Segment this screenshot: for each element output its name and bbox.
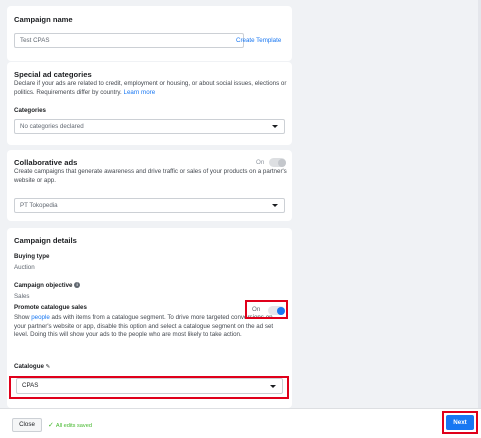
info-icon[interactable]: i: [74, 282, 81, 289]
catalogue-label-text: Catalogue: [14, 363, 44, 370]
check-icon: ✓: [48, 422, 54, 429]
partner-value: PT Tokopedia: [20, 202, 58, 209]
promote-desc-prefix: Show: [14, 314, 30, 321]
footer-bar: Close ✓ All edits saved: [0, 408, 481, 438]
categories-label: Categories: [14, 107, 46, 114]
next-button[interactable]: Next: [446, 415, 474, 430]
collaborative-toggle-label: On: [256, 159, 265, 166]
campaign-objective-value: Sales: [14, 293, 30, 300]
catalogue-dropdown-highlight: [9, 376, 289, 399]
promote-desc-rest: ads with items from a catalogue segment.…: [14, 314, 274, 338]
saved-status: ✓ All edits saved: [48, 421, 92, 429]
campaign-name-card: Campaign name Test CPAS Create Template: [7, 6, 292, 61]
chevron-down-icon: [272, 125, 278, 128]
buying-type-label: Buying type: [14, 253, 50, 260]
special-ad-title: Special ad categories: [14, 70, 92, 79]
collaborative-ads-title: Collaborative ads: [14, 158, 78, 167]
collaborative-ads-description: Create campaigns that generate awareness…: [14, 168, 287, 184]
learn-more-link[interactable]: Learn more: [124, 89, 156, 96]
promote-toggle-highlight: [245, 300, 288, 319]
campaign-name-input[interactable]: Test CPAS: [14, 33, 244, 48]
special-ad-description: Declare if your ads are related to credi…: [14, 80, 289, 97]
people-link[interactable]: people: [31, 314, 50, 321]
collaborative-ads-card: Collaborative ads On Create campaigns th…: [7, 150, 292, 221]
edit-pencil-icon[interactable]: ✎: [46, 364, 51, 370]
buying-type-value: Auction: [14, 264, 35, 271]
toggle-knob: [278, 158, 286, 167]
campaign-objective-label-text: Campaign objective: [14, 282, 73, 289]
categories-dropdown[interactable]: No categories declared: [14, 119, 285, 134]
campaign-details-title: Campaign details: [14, 236, 77, 245]
promote-catalogue-description: Show people ads with items from a catalo…: [14, 314, 284, 340]
create-template-link[interactable]: Create Template: [236, 37, 281, 44]
campaign-form-scroll-area[interactable]: Campaign name Test CPAS Create Template …: [0, 0, 481, 408]
campaign-name-value: Test CPAS: [20, 37, 50, 44]
categories-placeholder: No categories declared: [20, 123, 84, 130]
campaign-objective-label: Campaign objective i: [14, 282, 81, 289]
chevron-down-icon: [272, 204, 278, 207]
campaign-name-title: Campaign name: [14, 15, 73, 24]
saved-status-text: All edits saved: [55, 423, 92, 429]
partner-dropdown[interactable]: PT Tokopedia: [14, 198, 285, 213]
close-button[interactable]: Close: [12, 418, 42, 432]
catalogue-label: Catalogue ✎: [14, 363, 50, 370]
collaborative-ads-toggle[interactable]: [269, 158, 286, 167]
special-ad-categories-card: Special ad categories Declare if your ad…: [7, 62, 292, 145]
promote-catalogue-label: Promote catalogue sales: [14, 304, 87, 311]
